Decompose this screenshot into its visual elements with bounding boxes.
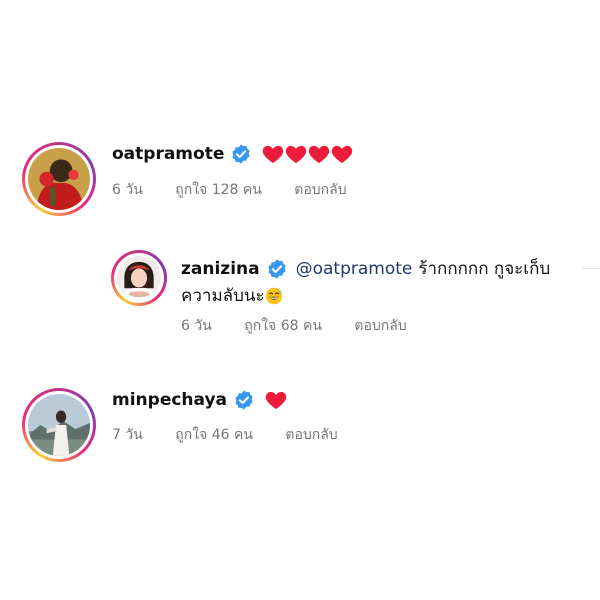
heart-icon: [265, 390, 287, 410]
verified-badge-icon: [230, 143, 252, 165]
divider: [582, 268, 600, 269]
heart-icon: [285, 144, 307, 164]
comment-time: 6 วัน: [181, 318, 212, 334]
avatar[interactable]: [111, 250, 167, 306]
mention-link[interactable]: @oatpramote: [296, 259, 413, 279]
avatar-zanizina-image: [117, 256, 161, 300]
reply-button[interactable]: ตอบกลับ: [294, 182, 346, 198]
avatar[interactable]: [22, 142, 96, 216]
avatar-minpechaya-image: [28, 394, 90, 456]
comment-meta: 7 วัน ถูกใจ 46 คน ตอบกลับ: [112, 424, 366, 446]
comment-hearts: [262, 144, 354, 164]
comment-text-line1: ร้ากกกกก กูจะเก็บ: [418, 259, 551, 279]
comment-text-line2: ความลับนะ: [181, 286, 265, 306]
comment-meta: 6 วัน ถูกใจ 68 คน ตอบกลับ: [181, 315, 435, 337]
likes-count[interactable]: ถูกใจ 68 คน: [244, 318, 322, 334]
likes-count[interactable]: ถูกใจ 128 คน: [175, 182, 262, 198]
likes-count[interactable]: ถูกใจ 46 คน: [175, 427, 253, 443]
avatar[interactable]: [22, 388, 96, 462]
comment-meta: 6 วัน ถูกใจ 128 คน ตอบกลับ: [112, 179, 375, 201]
heart-icon: [331, 144, 353, 164]
comment-time: 7 วัน: [112, 427, 143, 443]
avatar-oatpramote-image: [28, 148, 90, 210]
reply-button[interactable]: ตอบกลับ: [285, 427, 337, 443]
verified-badge-icon: [233, 389, 255, 411]
username[interactable]: zanizina: [181, 259, 260, 279]
verified-badge-icon: [266, 258, 288, 280]
comment-hearts: [265, 390, 288, 410]
username[interactable]: oatpramote: [112, 144, 224, 164]
comment-time: 6 วัน: [112, 182, 143, 198]
grinning-sweat-face-icon: [265, 287, 283, 305]
reply-button[interactable]: ตอบกลับ: [354, 318, 406, 334]
username[interactable]: minpechaya: [112, 390, 227, 410]
heart-icon: [262, 144, 284, 164]
heart-icon: [308, 144, 330, 164]
